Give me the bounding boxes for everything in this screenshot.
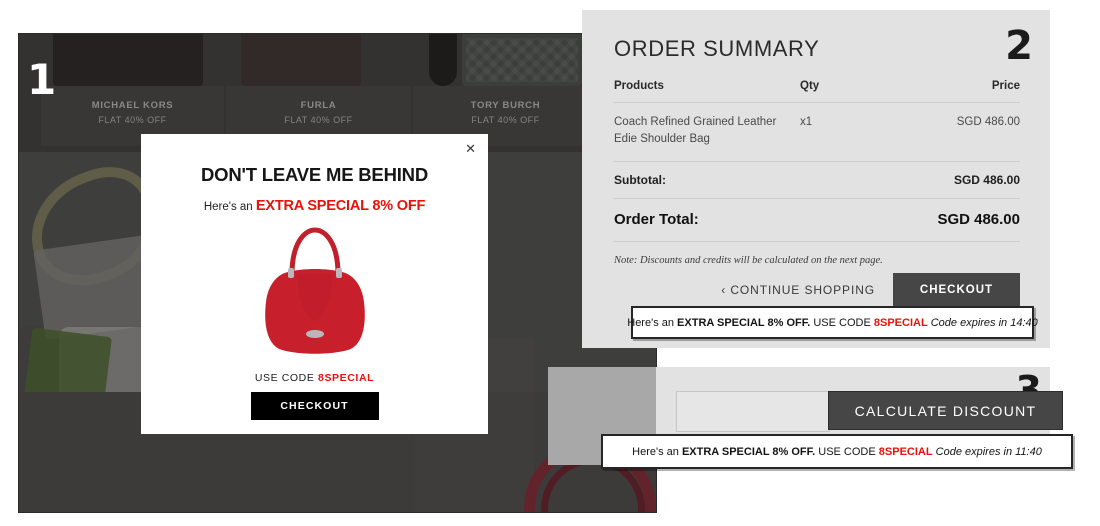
order-summary-table: Products Qty Price Coach Refined Grained… bbox=[614, 80, 1020, 242]
order-summary-title: ORDER SUMMARY bbox=[614, 36, 820, 61]
modal-subtitle-prefix: Here's an bbox=[203, 201, 256, 213]
modal-subtitle-highlight: EXTRA SPECIAL 8% OFF bbox=[255, 198, 426, 214]
toast2-mid: USE CODE bbox=[810, 316, 874, 329]
modal-subtitle: Here's an EXTRA SPECIAL 8% OFF bbox=[141, 198, 488, 214]
product-tile-brand: MICHAEL KORS bbox=[91, 100, 174, 111]
red-handbag-icon bbox=[264, 226, 365, 354]
column-header-price: Price bbox=[910, 80, 1020, 103]
product-tile-brand: FURLA bbox=[300, 100, 337, 111]
calculate-discount-button[interactable]: CALCULATE DISCOUNT bbox=[828, 391, 1063, 430]
coupon-toast-text-3: Here's an EXTRA SPECIAL 8% OFF. USE CODE… bbox=[632, 446, 1042, 458]
order-total-value: SGD 486.00 bbox=[910, 198, 1020, 242]
modal-product-image bbox=[141, 214, 488, 364]
table-header-row: Products Qty Price bbox=[614, 80, 1020, 103]
checkout-button[interactable]: CHECKOUT bbox=[893, 273, 1020, 306]
close-icon[interactable]: ✕ bbox=[465, 143, 476, 156]
toast2-expiry: Code expires in 14:40 bbox=[927, 316, 1038, 329]
modal-use-code: USE CODE 8SPECIAL bbox=[141, 372, 488, 384]
toast2-code: 8SPECIAL bbox=[873, 316, 928, 329]
table-row: Coach Refined Grained Leather Edie Shoul… bbox=[614, 102, 1020, 162]
order-total-row: Order Total: SGD 486.00 bbox=[614, 198, 1020, 242]
modal-use-code-prefix: USE CODE bbox=[254, 372, 318, 384]
product-tile-brand: TORY BURCH bbox=[470, 100, 541, 111]
toast3-bold: EXTRA SPECIAL 8% OFF. bbox=[681, 445, 816, 458]
toast3-code: 8SPECIAL bbox=[878, 445, 933, 458]
product-photo-1 bbox=[53, 34, 203, 86]
order-summary-panel: 2 ORDER SUMMARY Products Qty Price Coach… bbox=[582, 10, 1050, 348]
coupon-code-input[interactable] bbox=[676, 391, 830, 432]
product-photo-2 bbox=[241, 34, 361, 86]
toast2-bold: EXTRA SPECIAL 8% OFF. bbox=[677, 316, 811, 329]
product-price: SGD 486.00 bbox=[910, 102, 1020, 162]
toast3-mid: USE CODE bbox=[815, 445, 879, 458]
toast3-expiry: Code expires in 11:40 bbox=[932, 445, 1042, 458]
toast2-prefix: Here's an bbox=[627, 316, 678, 329]
modal-title: DON'T LEAVE ME BEHIND bbox=[200, 164, 428, 185]
product-qty: x1 bbox=[800, 102, 910, 162]
panel-badge-1: 1 bbox=[27, 55, 57, 104]
continue-shopping-link[interactable]: ‹ CONTINUE SHOPPING bbox=[721, 273, 893, 306]
order-summary-inner: ORDER SUMMARY Products Qty Price Coach R… bbox=[614, 10, 1020, 348]
subtotal-row: Subtotal: SGD 486.00 bbox=[614, 161, 1020, 199]
order-note: Note: Discounts and credits will be calc… bbox=[614, 255, 883, 266]
subtotal-spacer bbox=[800, 161, 910, 199]
subtotal-label: Subtotal: bbox=[614, 161, 800, 199]
coupon-toast-text-2: Here's an EXTRA SPECIAL 8% OFF. USE CODE… bbox=[627, 317, 1038, 329]
product-tile-offer: FLAT 40% OFF bbox=[471, 115, 540, 125]
column-header-qty: Qty bbox=[800, 80, 910, 103]
coupon-toast-banner-2[interactable]: Here's an EXTRA SPECIAL 8% OFF. USE CODE… bbox=[627, 306, 1038, 339]
column-header-products: Products bbox=[614, 80, 800, 103]
coupon-toast-banner-3[interactable]: Here's an EXTRA SPECIAL 8% OFF. USE CODE… bbox=[601, 434, 1073, 469]
modal-coupon-code: 8SPECIAL bbox=[318, 372, 375, 384]
modal-checkout-button[interactable]: CHECKOUT bbox=[250, 392, 379, 420]
subtotal-value: SGD 486.00 bbox=[910, 161, 1020, 199]
toast3-prefix: Here's an bbox=[632, 445, 682, 458]
product-photo-3-strap bbox=[429, 34, 457, 86]
order-total-label: Order Total: bbox=[614, 198, 800, 242]
product-photo-4 bbox=[462, 34, 582, 86]
product-tile-offer: FLAT 40% OFF bbox=[98, 115, 167, 125]
order-total-spacer bbox=[800, 198, 910, 242]
product-name: Coach Refined Grained Leather Edie Shoul… bbox=[614, 102, 800, 162]
exit-intent-modal: ✕ DON'T LEAVE ME BEHIND Here's an EXTRA … bbox=[141, 134, 488, 434]
order-summary-actions: ‹ CONTINUE SHOPPING CHECKOUT bbox=[721, 273, 1020, 306]
product-tile-offer: FLAT 40% OFF bbox=[284, 115, 353, 125]
